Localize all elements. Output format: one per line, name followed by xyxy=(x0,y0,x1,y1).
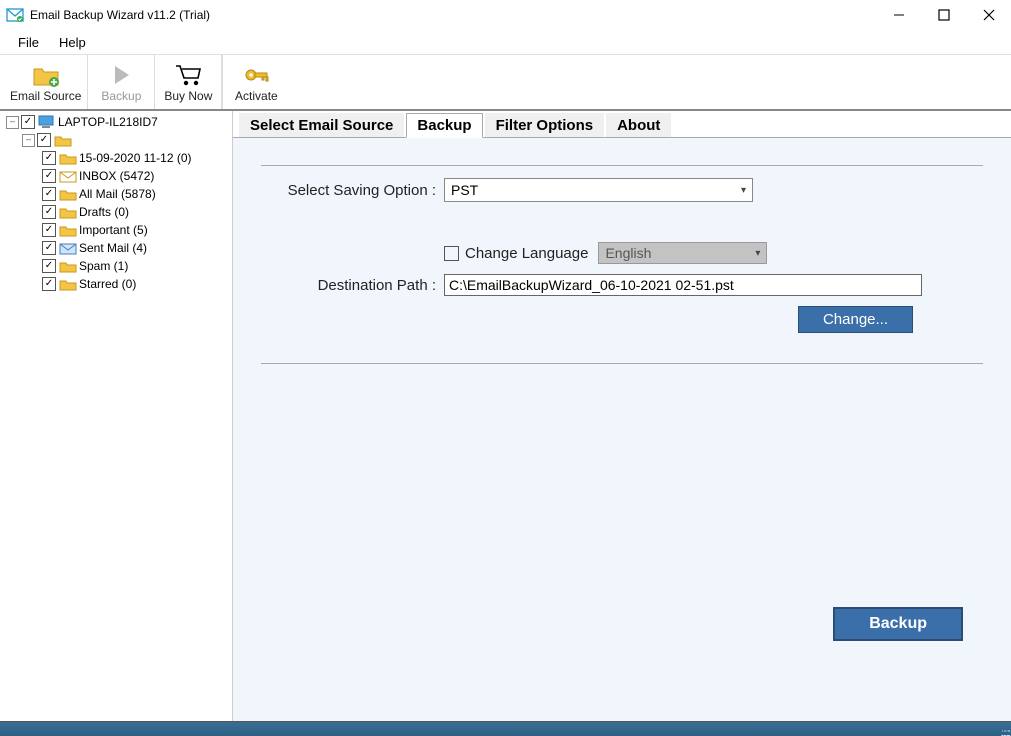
tree-folder-row[interactable]: Sent Mail (4) xyxy=(0,239,232,257)
tree-folder-row[interactable]: All Mail (5878) xyxy=(0,185,232,203)
separator xyxy=(261,363,983,364)
tab-about[interactable]: About xyxy=(606,113,671,137)
toolbar-email-source-label: Email Source xyxy=(10,89,81,103)
menu-help[interactable]: Help xyxy=(49,32,96,53)
expander-icon[interactable]: – xyxy=(22,134,35,147)
toolbar-email-source[interactable]: Email Source xyxy=(4,55,88,109)
expander-icon[interactable]: – xyxy=(6,116,19,129)
toolbar-buy-now[interactable]: Buy Now xyxy=(155,55,222,109)
tabs: Select Email Source Backup Filter Option… xyxy=(233,111,1011,138)
tree-folder-label: Sent Mail (4) xyxy=(79,239,147,257)
resize-grip-icon[interactable]: .: .:: .::: xyxy=(1000,728,1009,736)
checkbox-icon[interactable] xyxy=(42,259,56,273)
folder-tree[interactable]: – LAPTOP-IL218ID7 – 15-09-2020 11-12 (0)… xyxy=(0,111,233,721)
language-select: English ▾ xyxy=(598,242,767,264)
separator xyxy=(261,165,983,166)
tree-folder-row[interactable]: Important (5) xyxy=(0,221,232,239)
menu-file[interactable]: File xyxy=(8,32,49,53)
checkbox-icon[interactable] xyxy=(42,241,56,255)
destination-label: Destination Path : xyxy=(261,277,444,294)
tab-filter-options[interactable]: Filter Options xyxy=(485,113,605,137)
window-title: Email Backup Wizard v11.2 (Trial) xyxy=(30,8,210,22)
folder-icon xyxy=(59,277,77,291)
language-value: English xyxy=(605,245,651,261)
titlebar: Email Backup Wizard v11.2 (Trial) xyxy=(0,0,1011,30)
minimize-button[interactable] xyxy=(876,0,921,30)
change-language-checkbox[interactable] xyxy=(444,246,459,261)
change-button[interactable]: Change... xyxy=(798,306,913,333)
key-icon xyxy=(242,62,270,88)
content-pane: Select Email Source Backup Filter Option… xyxy=(233,111,1011,721)
tree-root-row[interactable]: – LAPTOP-IL218ID7 xyxy=(0,113,232,131)
toolbar-buy-now-label: Buy Now xyxy=(164,89,212,103)
checkbox-icon[interactable] xyxy=(42,277,56,291)
cart-icon xyxy=(174,62,202,88)
toolbar-activate-label: Activate xyxy=(235,89,278,103)
change-button-row: Change... xyxy=(261,306,913,333)
change-language-row: Change Language English ▾ xyxy=(444,242,983,264)
main-split: – LAPTOP-IL218ID7 – 15-09-2020 11-12 (0)… xyxy=(0,111,1011,721)
tree-folder-row[interactable]: 15-09-2020 11-12 (0) xyxy=(0,149,232,167)
folder-icon xyxy=(59,223,77,237)
tree-folder-label: All Mail (5878) xyxy=(79,185,156,203)
change-language-label: Change Language xyxy=(465,245,588,262)
tree-folder-label: 15-09-2020 11-12 (0) xyxy=(79,149,192,167)
folder-icon xyxy=(59,259,77,273)
app-icon xyxy=(6,8,24,22)
checkbox-icon[interactable] xyxy=(21,115,35,129)
tree-root-label: LAPTOP-IL218ID7 xyxy=(58,113,158,131)
tree-folder-row[interactable]: INBOX (5472) xyxy=(0,167,232,185)
tab-select-email-source[interactable]: Select Email Source xyxy=(239,113,404,137)
checkbox-icon[interactable] xyxy=(42,223,56,237)
statusbar: .: .:: .::: xyxy=(0,721,1011,736)
folder-add-icon xyxy=(32,62,60,88)
folder-icon xyxy=(59,151,77,165)
chevron-down-icon: ▾ xyxy=(741,185,746,196)
tree-folder-row[interactable]: Drafts (0) xyxy=(0,203,232,221)
destination-input[interactable] xyxy=(444,274,922,296)
mailbox-icon xyxy=(54,133,72,147)
tree-folder-label: Spam (1) xyxy=(79,257,128,275)
destination-row: Destination Path : xyxy=(261,274,983,296)
tree-folder-label: Drafts (0) xyxy=(79,203,129,221)
menubar: File Help xyxy=(0,30,1011,55)
checkbox-icon[interactable] xyxy=(42,205,56,219)
checkbox-icon[interactable] xyxy=(42,187,56,201)
tree-folder-row[interactable]: Starred (0) xyxy=(0,275,232,293)
backup-button[interactable]: Backup xyxy=(833,607,963,641)
chevron-down-icon: ▾ xyxy=(755,248,760,259)
toolbar-activate[interactable]: Activate xyxy=(222,55,289,109)
tab-backup[interactable]: Backup xyxy=(406,113,482,138)
saving-option-value: PST xyxy=(451,182,478,198)
backup-button-wrap: Backup xyxy=(833,607,963,641)
window-controls xyxy=(876,0,1011,30)
backup-panel: Select Saving Option : PST ▾ Change Lang… xyxy=(233,137,1011,721)
saving-option-select[interactable]: PST ▾ xyxy=(444,178,753,202)
tree-folder-label: INBOX (5472) xyxy=(79,167,154,185)
checkbox-icon[interactable] xyxy=(42,169,56,183)
toolbar-backup[interactable]: Backup xyxy=(88,55,155,109)
checkbox-icon[interactable] xyxy=(42,151,56,165)
saving-option-label: Select Saving Option : xyxy=(261,182,444,199)
sent-icon xyxy=(59,241,77,255)
tree-account-row[interactable]: – xyxy=(0,131,232,149)
tree-folder-label: Important (5) xyxy=(79,221,148,239)
close-button[interactable] xyxy=(966,0,1011,30)
tree-folder-label: Starred (0) xyxy=(79,275,136,293)
maximize-button[interactable] xyxy=(921,0,966,30)
play-icon xyxy=(111,62,131,88)
folder-icon xyxy=(59,187,77,201)
computer-icon xyxy=(38,115,56,129)
toolbar: Email Source Backup Buy Now Activ xyxy=(0,55,1011,111)
checkbox-icon[interactable] xyxy=(37,133,51,147)
toolbar-backup-label: Backup xyxy=(101,89,141,103)
folder-icon xyxy=(59,205,77,219)
saving-option-row: Select Saving Option : PST ▾ xyxy=(261,178,983,202)
tree-folder-row[interactable]: Spam (1) xyxy=(0,257,232,275)
inbox-icon xyxy=(59,169,77,183)
